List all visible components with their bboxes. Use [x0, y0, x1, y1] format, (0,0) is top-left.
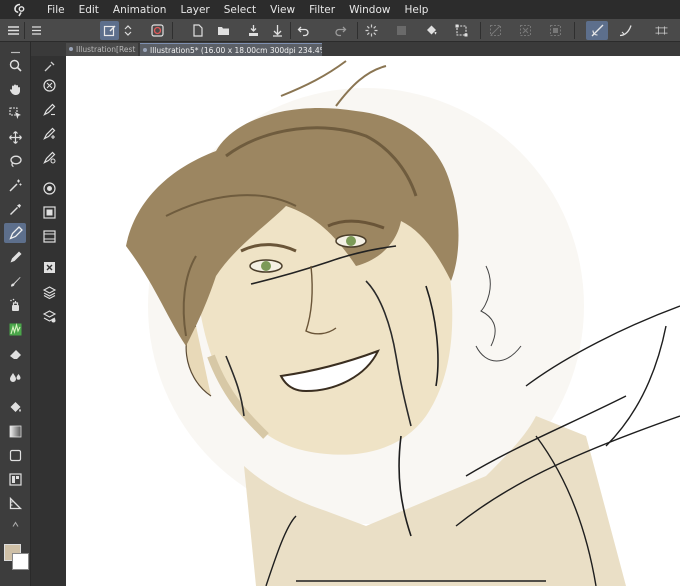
command-bar [0, 19, 680, 42]
app-icon[interactable] [148, 21, 167, 40]
menu-view[interactable]: View [263, 4, 302, 16]
save-icon[interactable] [244, 21, 263, 40]
color-swatches [2, 542, 32, 586]
tab-status-icon [69, 47, 73, 51]
pen-icon[interactable] [4, 223, 26, 243]
decoration-icon[interactable] [4, 319, 26, 339]
layer-search-icon[interactable] [39, 202, 59, 222]
menu-help[interactable]: Help [397, 4, 435, 16]
sub-tool-palette [31, 56, 66, 586]
sub-tool-pen-a-icon[interactable] [39, 99, 59, 119]
menu-layer[interactable]: Layer [173, 4, 216, 16]
layer-properties-icon[interactable] [39, 178, 59, 198]
grid-icon[interactable] [648, 21, 674, 40]
drawing-canvas[interactable] [66, 56, 680, 586]
toolbar-separator [24, 22, 25, 39]
menu-file[interactable]: File [40, 4, 72, 16]
move-layer-icon[interactable] [4, 127, 26, 147]
sub-color-swatch[interactable] [12, 553, 29, 570]
new-file-icon[interactable] [188, 21, 207, 40]
lasso-icon[interactable] [4, 151, 26, 171]
app-window: File Edit Animation Layer Select View Fi… [0, 0, 680, 586]
snap-special-ruler-icon[interactable] [614, 21, 636, 40]
undo-icon[interactable] [294, 21, 313, 40]
gradient-icon[interactable] [4, 421, 26, 441]
layers-icon[interactable] [39, 282, 59, 302]
delete-icon[interactable] [39, 257, 59, 277]
menu-animation[interactable]: Animation [106, 4, 174, 16]
zoom-icon[interactable] [4, 55, 26, 75]
sub-tool-pen-b-icon[interactable] [39, 123, 59, 143]
app-logo-icon[interactable] [0, 3, 40, 17]
tab-label: Illustration5* (16.00 x 18.00cm 300dpi 2… [150, 46, 322, 55]
layer-panel-icon[interactable] [39, 306, 59, 326]
fill-icon[interactable] [422, 21, 441, 40]
menu-edit[interactable]: Edit [72, 4, 106, 16]
eraser-icon[interactable] [4, 343, 26, 363]
redo-icon[interactable] [331, 21, 350, 40]
stepper-icon[interactable] [122, 21, 134, 40]
small-menu-icon[interactable] [4, 21, 23, 40]
menu-select[interactable]: Select [217, 4, 263, 16]
tool-palette [0, 42, 31, 586]
transform-icon[interactable] [452, 21, 471, 40]
airbrush-icon[interactable] [4, 295, 26, 315]
sketch-line [605, 325, 667, 447]
open-file-icon[interactable] [214, 21, 233, 40]
artwork [126, 60, 680, 586]
frame-border-icon[interactable] [4, 469, 26, 489]
operation-icon[interactable] [4, 103, 26, 123]
deselect-icon[interactable] [516, 21, 535, 40]
fill-tool-icon[interactable] [4, 397, 26, 417]
menu-window[interactable]: Window [342, 4, 397, 16]
pencil-icon[interactable] [4, 247, 26, 267]
left-iris [261, 261, 271, 271]
tab-status-icon [143, 48, 147, 52]
eyedropper-icon[interactable] [4, 199, 26, 219]
brush-icon[interactable] [4, 271, 26, 291]
toolbar-separator [290, 22, 291, 39]
export-icon[interactable] [268, 21, 287, 40]
toolbar-separator [574, 22, 575, 39]
right-iris [346, 236, 356, 246]
magic-wand-icon[interactable] [4, 175, 26, 195]
clear-icon[interactable] [392, 21, 411, 40]
navigator-icon[interactable] [39, 75, 59, 95]
loading-icon[interactable] [362, 21, 381, 40]
color-swap-icon[interactable] [4, 519, 26, 529]
figure-icon[interactable] [4, 445, 26, 465]
material-icon[interactable] [39, 226, 59, 246]
hide-selection-icon[interactable] [486, 21, 505, 40]
ruler-icon[interactable] [4, 493, 26, 513]
toolbar-separator [357, 22, 358, 39]
toolbar-separator [480, 22, 481, 39]
menu-icon[interactable] [27, 21, 46, 40]
toolbar-separator [172, 22, 173, 39]
menu-bar: File Edit Animation Layer Select View Fi… [0, 0, 680, 19]
hand-icon[interactable] [4, 79, 26, 99]
canvas-icon[interactable] [100, 21, 119, 40]
tab-illustration5[interactable]: Illustration5* (16.00 x 18.00cm 300dpi 2… [140, 43, 322, 56]
snap-ruler-icon[interactable] [586, 21, 608, 40]
panel-pin-icon[interactable] [39, 56, 59, 76]
blend-icon[interactable] [4, 367, 26, 387]
tab-illustration-rest[interactable]: Illustration[Rest [66, 43, 138, 56]
menu-filter[interactable]: Filter [302, 4, 342, 16]
tab-label: Illustration[Rest [76, 45, 136, 54]
invert-selection-icon[interactable] [546, 21, 565, 40]
document-tab-bar: Illustration[Rest Illustration5* (16.00 … [0, 42, 680, 56]
